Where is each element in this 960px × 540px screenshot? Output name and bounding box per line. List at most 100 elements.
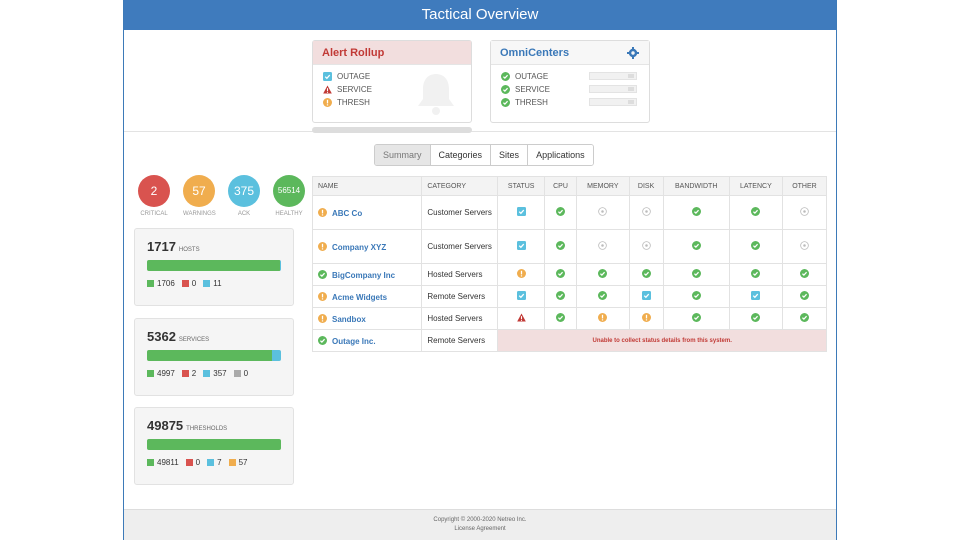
column-header-latency[interactable]: LATENCY [728, 176, 783, 196]
status-cell[interactable] [544, 285, 578, 308]
status-cell[interactable] [628, 195, 664, 230]
status-cell[interactable] [497, 263, 546, 286]
check-circle-icon [598, 291, 608, 300]
row-name[interactable]: Acme Widgets [311, 285, 423, 308]
check-circle-icon [691, 241, 701, 250]
gear-icon[interactable] [627, 47, 639, 59]
stat-progress-bar [147, 260, 281, 271]
table-row[interactable]: ABC Co Customer Servers [311, 195, 828, 230]
tab-summary[interactable]: Summary [375, 145, 431, 165]
tab-applications[interactable]: Applications [528, 145, 593, 165]
summary-healthy[interactable]: 56514 HEALTHY [273, 175, 305, 217]
status-cell[interactable] [628, 307, 664, 330]
status-cell[interactable] [628, 285, 664, 308]
status-cell[interactable] [662, 195, 730, 230]
row-name[interactable]: ABC Co [311, 195, 423, 230]
na-circle-icon [598, 207, 608, 216]
check-circle-icon [641, 269, 651, 278]
exclamation-circle-icon [323, 98, 332, 107]
check-box-icon [516, 241, 526, 250]
row-name[interactable]: Outage Inc. [311, 329, 423, 352]
status-cell[interactable] [662, 285, 730, 308]
column-header-other[interactable]: OTHER [781, 176, 828, 196]
status-cell[interactable] [628, 229, 664, 264]
view-tabs: Summary Categories Sites Applications [374, 144, 594, 166]
stat-panel-thresholds[interactable]: 49875 THRESHOLDS 49811 0 7 57 [134, 407, 294, 485]
status-cell[interactable] [497, 285, 546, 308]
status-cell[interactable] [781, 263, 828, 286]
license-link[interactable]: License Agreement [124, 525, 836, 534]
status-cell[interactable] [728, 229, 783, 264]
row-category: Customer Servers [421, 229, 499, 264]
column-header-bandwidth[interactable]: BANDWIDTH [662, 176, 730, 196]
stat-panel-hosts[interactable]: 1717 HOSTS 1706 0 11 [134, 228, 294, 306]
status-cell[interactable] [497, 195, 546, 230]
stat-unit: THRESHOLDS [186, 426, 228, 432]
na-circle-icon [598, 241, 608, 250]
status-cell[interactable] [497, 229, 546, 264]
status-cell[interactable] [576, 307, 630, 330]
tab-categories[interactable]: Categories [430, 145, 492, 165]
summary-ack[interactable]: 375 ACK [228, 175, 260, 217]
omnicenters-card[interactable]: OmniCenters OUTAGE SERVICE THRESH [490, 40, 650, 123]
status-cell[interactable] [497, 307, 546, 330]
column-header-name[interactable]: NAME [311, 176, 423, 196]
status-cell[interactable] [781, 307, 828, 330]
tab-sites[interactable]: Sites [491, 145, 529, 165]
alert-rollup-card[interactable]: Alert Rollup OUTAGE SERVICE THRESH [312, 40, 472, 123]
status-cell[interactable] [728, 307, 783, 330]
check-box-icon [641, 291, 651, 300]
summary-warnings[interactable]: 57 WARNINGS [183, 175, 216, 217]
row-category: Remote Servers [421, 329, 499, 352]
exclamation-circle-icon [318, 241, 327, 251]
status-cell[interactable] [781, 195, 828, 230]
table-row[interactable]: Acme Widgets Remote Servers [311, 285, 828, 308]
check-circle-icon [691, 291, 701, 300]
check-circle-icon [556, 291, 566, 300]
status-cell[interactable] [576, 229, 630, 264]
check-circle-icon [751, 269, 761, 278]
status-cell[interactable] [628, 263, 664, 286]
table-row[interactable]: Sandbox Hosted Servers [311, 307, 828, 330]
status-cell[interactable] [544, 229, 578, 264]
table-row[interactable]: BigCompany Inc Hosted Servers [311, 263, 828, 286]
check-circle-icon [799, 313, 809, 322]
status-cell[interactable] [781, 229, 828, 264]
column-header-disk[interactable]: DISK [628, 176, 664, 196]
column-header-memory[interactable]: MEMORY [576, 176, 630, 196]
column-header-status[interactable]: STATUS [497, 176, 546, 196]
summary-count: 2 [138, 175, 170, 207]
alert-rollup-scrollbar[interactable] [312, 127, 472, 133]
summary-critical[interactable]: 2 CRITICAL [138, 175, 170, 217]
status-cell[interactable] [728, 195, 783, 230]
table-row[interactable]: Outage Inc. Remote Servers Unable to colle… [311, 329, 827, 352]
na-circle-icon [641, 207, 651, 216]
status-cell[interactable] [544, 307, 578, 330]
row-name[interactable]: BigCompany Inc [311, 263, 423, 286]
status-cell[interactable] [781, 285, 828, 308]
status-cell[interactable] [662, 229, 730, 264]
status-cell[interactable] [728, 285, 783, 308]
status-cell[interactable] [544, 195, 578, 230]
stat-panel-services[interactable]: 5362 SERVICES 4997 2 357 0 [134, 318, 294, 396]
status-cell[interactable] [728, 263, 783, 286]
status-cell[interactable] [662, 263, 730, 286]
status-cell[interactable] [544, 263, 578, 286]
status-cell[interactable] [662, 307, 730, 330]
na-circle-icon [800, 241, 809, 250]
row-name[interactable]: Sandbox [311, 307, 423, 330]
row-name[interactable]: Company XYZ [311, 229, 423, 264]
column-header-cpu[interactable]: CPU [544, 176, 578, 196]
tactical-overview-window: Tactical Overview Alert Rollup OUTAGE SER… [123, 0, 837, 540]
copyright-text: Copyright © 2000-2020 Netreo Inc. [433, 517, 527, 523]
column-header-category[interactable]: CATEGORY [421, 176, 499, 196]
check-circle-icon [556, 269, 566, 278]
check-box-icon [516, 291, 526, 300]
table-row[interactable]: Company XYZ Customer Servers [311, 229, 828, 264]
status-cell[interactable] [576, 195, 630, 230]
status-cell[interactable] [576, 263, 630, 286]
omnicenter-bar [589, 98, 637, 106]
status-cell[interactable] [576, 285, 630, 308]
rollup-area: Alert Rollup OUTAGE SERVICE THRESH OmniCen… [124, 40, 836, 133]
omnicenter-bar [589, 72, 637, 80]
